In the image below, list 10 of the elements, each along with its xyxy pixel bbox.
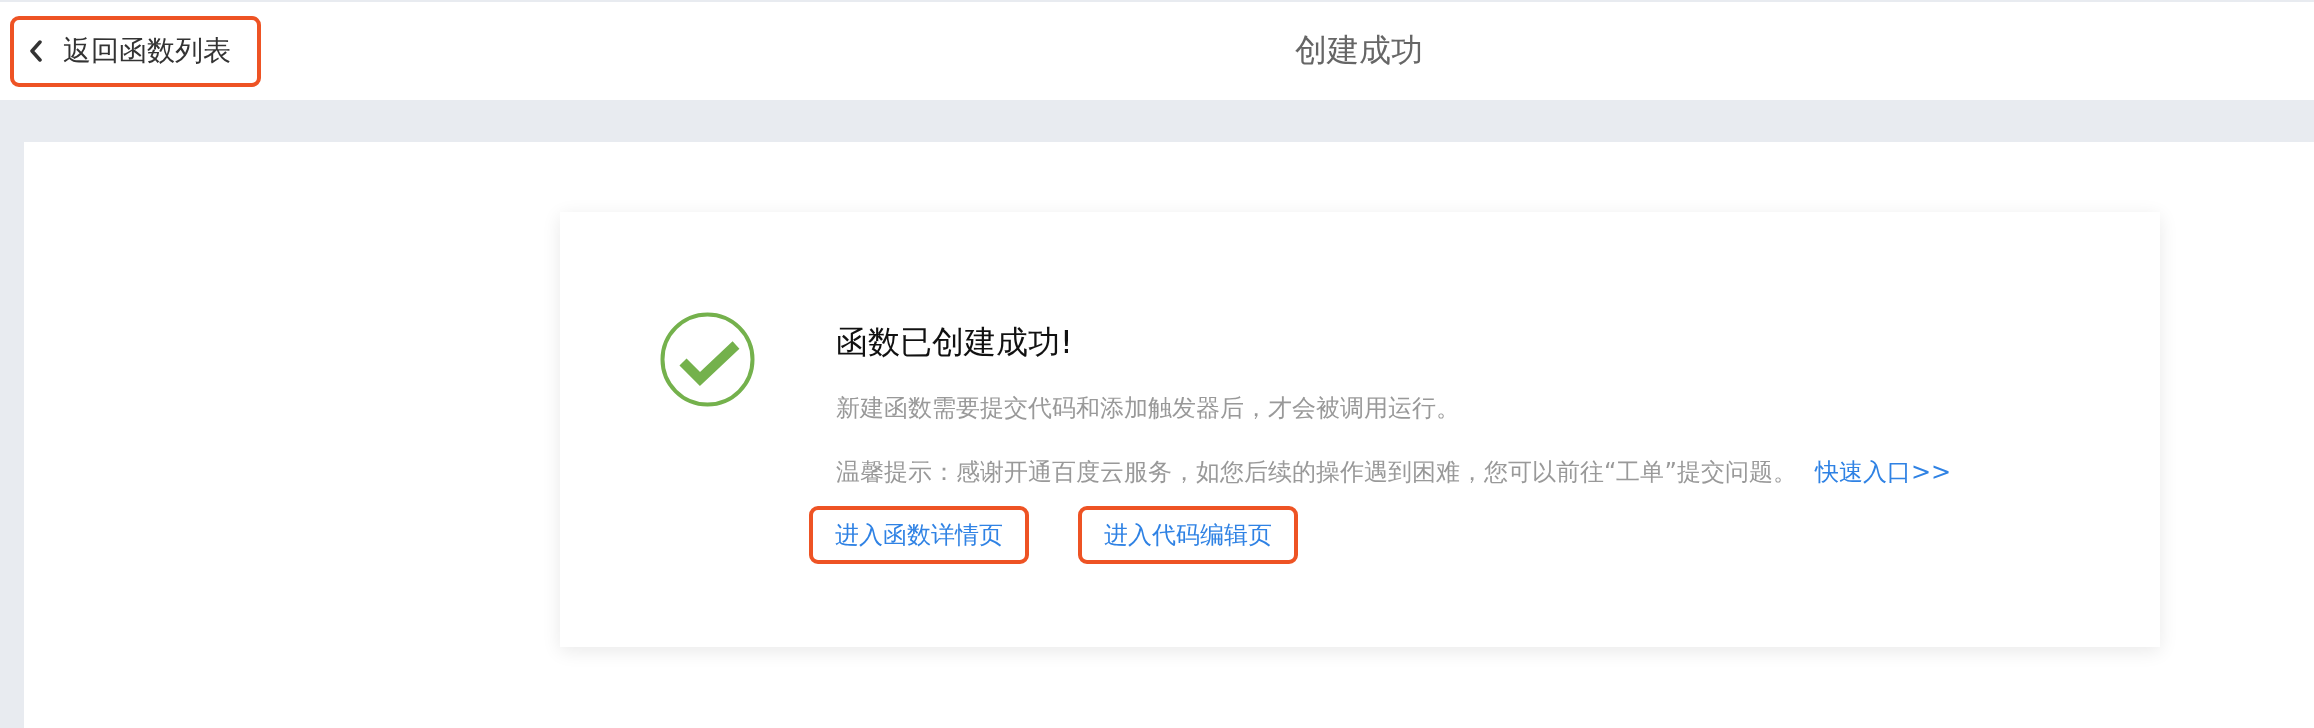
- description-text: 新建函数需要提交代码和添加触发器后，才会被调用运行。: [836, 393, 1460, 424]
- action-link[interactable]: 进入代码编辑页: [1078, 506, 1298, 564]
- tip-text: 温馨提示：感谢开通百度云服务，如您后续的操作遇到困难，您可以前往“工单”提交问题。: [836, 457, 1797, 488]
- action-link[interactable]: 进入函数详情页: [809, 506, 1029, 564]
- page-title: 创建成功: [1295, 30, 1423, 71]
- back-button[interactable]: 返回函数列表: [10, 15, 261, 87]
- chevron-left-icon: [29, 40, 43, 62]
- success-check-icon: [660, 312, 755, 407]
- quick-entry-link[interactable]: 快速入口>>: [1810, 452, 1956, 492]
- result-heading: 函数已创建成功!: [836, 322, 1073, 362]
